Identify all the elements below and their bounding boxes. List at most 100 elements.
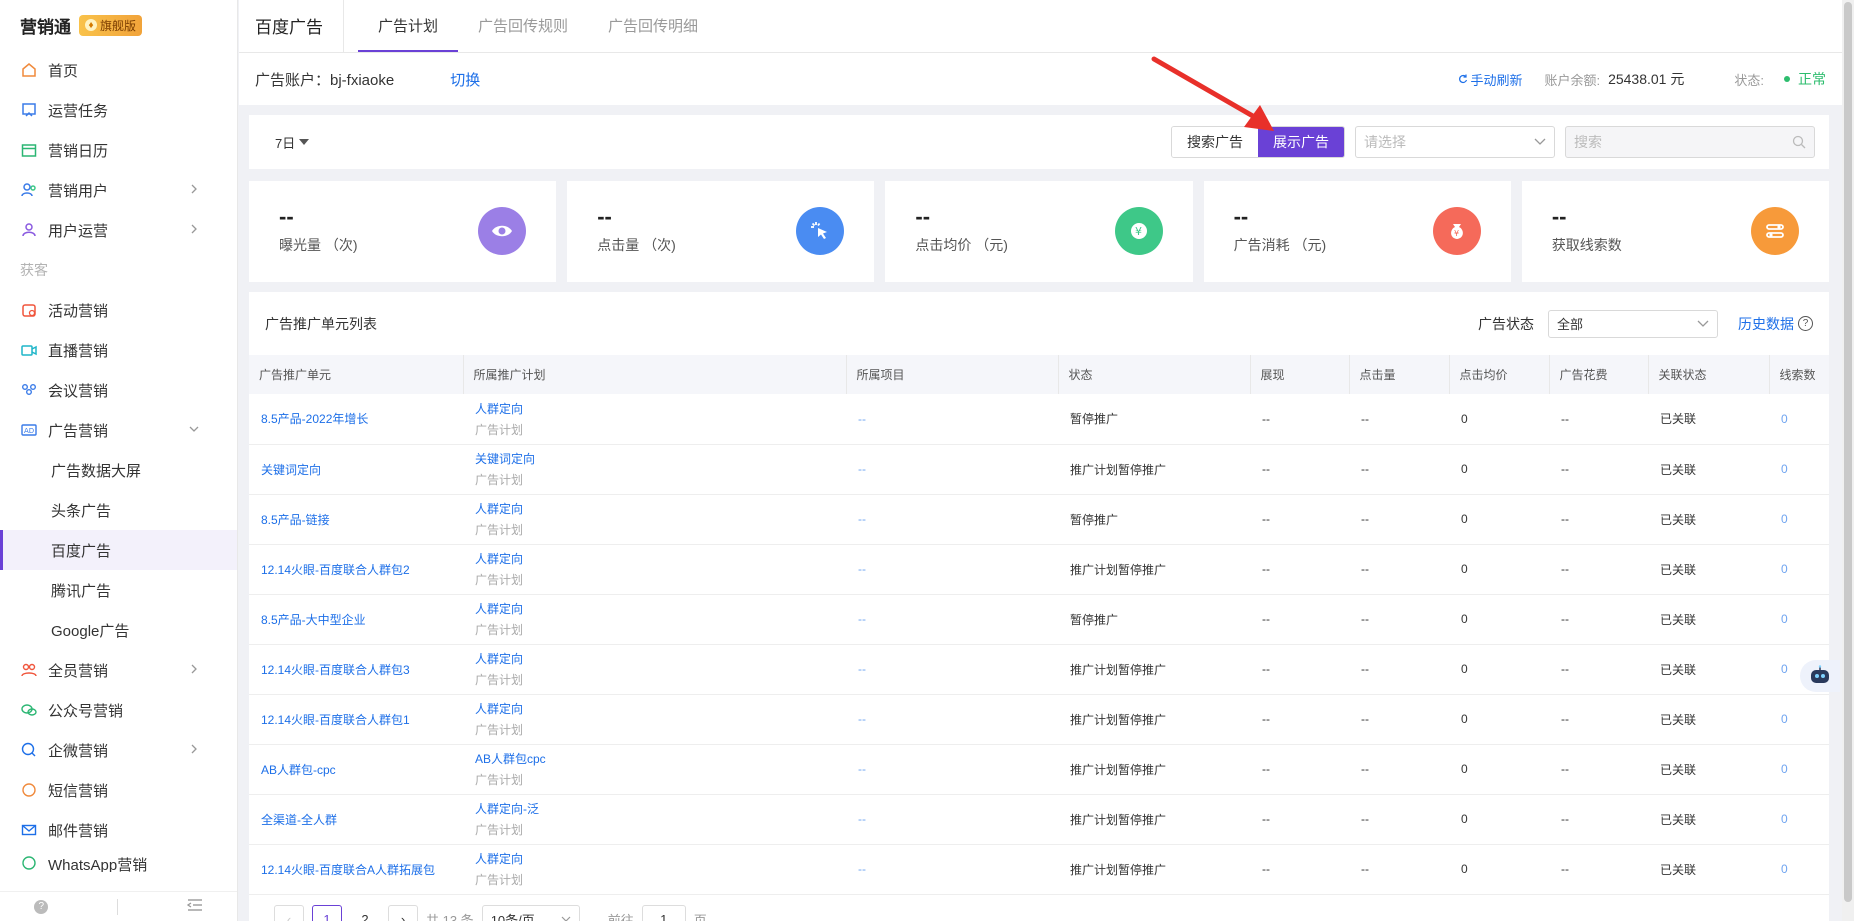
leads-count-link[interactable]: 0 [1769, 694, 1829, 744]
leads-count-link[interactable]: 0 [1769, 844, 1829, 894]
plan-select[interactable]: 请选择 [1355, 126, 1555, 158]
table-row: AB人群包-cpc AB人群包cpc 广告计划 -- 推广计划暂停推广 -- -- 0 -- 已关… [249, 744, 1829, 794]
leads-count-link[interactable]: 0 [1769, 494, 1829, 544]
page-2-button[interactable]: 2 [350, 905, 380, 921]
plan-name-link[interactable]: AB人群包cpc [475, 748, 846, 770]
ad-status-select[interactable]: 全部 [1548, 309, 1718, 338]
project-cell[interactable]: -- [846, 694, 1058, 744]
switch-account-link[interactable]: 切换 [450, 69, 480, 90]
status-value: 正常 [1798, 71, 1826, 87]
sidebar-item-staff[interactable]: 全员营销 [0, 650, 237, 690]
plan-name-link[interactable]: 人群定向 [475, 398, 846, 420]
plan-cell: AB人群包cpc 广告计划 [463, 744, 846, 794]
table-header-row: 广告推广单元 所属推广计划 所属项目 状态 展现 点击量 点击均价 广告花费 关… [249, 355, 1829, 394]
cost-cell: -- [1561, 762, 1569, 776]
prev-page-button[interactable]: ‹ [274, 905, 304, 921]
plan-name-link[interactable]: 人群定向 [475, 648, 846, 670]
ad-unit-name-link[interactable]: 12.14火眼-百度联合人群包2 [249, 544, 463, 594]
sidebar-item-sms[interactable]: 短信营销 [0, 770, 237, 810]
project-cell[interactable]: -- [846, 594, 1058, 644]
ad-unit-name-link[interactable]: 12.14火眼-百度联合A人群拓展包 [249, 844, 463, 894]
assistant-robot-button[interactable] [1800, 660, 1840, 692]
collapse-menu-icon[interactable] [186, 898, 203, 915]
ad-unit-name-link[interactable]: 8.5产品-大中型企业 [249, 594, 463, 644]
help-icon[interactable]: ? [34, 899, 49, 914]
tab-callback-rules[interactable]: 广告回传规则 [458, 0, 588, 52]
question-icon[interactable]: ? [1798, 316, 1813, 331]
sidebar-item-label: 活动营销 [48, 302, 109, 320]
page-scrollbar[interactable] [1842, 0, 1854, 921]
sidebar-subitem-google[interactable]: Google广告 [0, 610, 237, 650]
status-label: 状态: [1734, 72, 1764, 88]
status-cell: 暂停推广 [1070, 512, 1119, 527]
sidebar-item-mail[interactable]: 邮件营销 [0, 810, 237, 850]
leads-count-link[interactable]: 0 [1769, 544, 1829, 594]
project-cell[interactable]: -- [846, 794, 1058, 844]
project-cell[interactable]: -- [846, 744, 1058, 794]
plan-name-link[interactable]: 人群定向 [475, 498, 846, 520]
col-header-cost: 广告花费 [1549, 355, 1649, 394]
ad-unit-name-link[interactable]: 12.14火眼-百度联合人群包1 [249, 694, 463, 744]
cpc-cell: 0 [1461, 762, 1468, 776]
plan-name-link[interactable]: 人群定向-泛 [475, 798, 846, 820]
plan-type-label: 广告计划 [475, 623, 524, 637]
tab-callback-details[interactable]: 广告回传明细 [588, 0, 718, 52]
ad-account-label: 广告账户：bj-fxiaoke [255, 71, 395, 89]
sidebar-item-meeting[interactable]: 会议营销 [0, 370, 237, 410]
page-1-button[interactable]: 1 [312, 905, 342, 921]
leads-count-link[interactable]: 0 [1769, 394, 1829, 444]
ad-unit-name-link[interactable]: 8.5产品-链接 [249, 494, 463, 544]
sidebar-item-live[interactable]: 直播营销 [0, 330, 237, 370]
sidebar-item-wework[interactable]: 企微营销 [0, 730, 237, 770]
plan-name-link[interactable]: 人群定向 [475, 598, 846, 620]
ad-unit-name-link[interactable]: 全渠道-全人群 [249, 794, 463, 844]
project-cell[interactable]: -- [846, 394, 1058, 444]
sidebar-item-calendar[interactable]: 营销日历 [0, 130, 237, 170]
plan-name-link[interactable]: 关键词定向 [475, 448, 846, 470]
ad-unit-name-link[interactable]: 关键词定向 [249, 444, 463, 494]
date-range-dropdown[interactable]: 7日 [275, 133, 310, 152]
project-cell[interactable]: -- [846, 644, 1058, 694]
ad-unit-name-link[interactable]: 8.5产品-2022年增长 [249, 394, 463, 444]
leads-count-link[interactable]: 0 [1769, 794, 1829, 844]
page-size-select[interactable]: 10条/页 [481, 905, 580, 921]
plan-cell: 关键词定向 广告计划 [463, 444, 846, 494]
leads-count-link[interactable]: 0 [1769, 594, 1829, 644]
ad-unit-name-link[interactable]: AB人群包-cpc [249, 744, 463, 794]
sidebar-subitem-toutiao[interactable]: 头条广告 [0, 490, 237, 530]
ad-unit-table: 广告推广单元 所属推广计划 所属项目 状态 展现 点击量 点击均价 广告花费 关… [249, 355, 1829, 895]
search-input[interactable]: 搜索 [1565, 126, 1815, 158]
project-cell[interactable]: -- [846, 444, 1058, 494]
whatsapp-icon [20, 854, 38, 872]
sidebar-item-ad-marketing[interactable]: AD 广告营销 [0, 410, 237, 450]
sidebar-item-user-ops[interactable]: 用户运营 [0, 210, 237, 250]
sidebar-item-activity[interactable]: 活动营销 [0, 290, 237, 330]
leads-count-link[interactable]: 0 [1769, 744, 1829, 794]
sidebar-subitem-ad-dashboard[interactable]: 广告数据大屏 [0, 450, 237, 490]
sidebar-item-home[interactable]: 首页 [0, 50, 237, 90]
plan-name-link[interactable]: 人群定向 [475, 698, 846, 720]
sidebar-item-wechat[interactable]: 公众号营销 [0, 690, 237, 730]
plan-name-link[interactable]: 人群定向 [475, 848, 846, 870]
leads-count-link[interactable]: 0 [1769, 444, 1829, 494]
next-page-button[interactable]: › [388, 905, 418, 921]
tab-ad-plans[interactable]: 广告计划 [358, 0, 459, 52]
history-data-link[interactable]: 历史数据 ? [1738, 314, 1813, 334]
ad-unit-name-link[interactable]: 12.14火眼-百度联合人群包3 [249, 644, 463, 694]
project-cell[interactable]: -- [846, 844, 1058, 894]
scrollbar-thumb[interactable] [1844, 2, 1852, 902]
sidebar-subitem-baidu[interactable]: 百度广告 [0, 530, 237, 570]
impressions-cell: -- [1262, 812, 1270, 826]
sidebar-subitem-tencent[interactable]: 腾讯广告 [0, 570, 237, 610]
plan-name-link[interactable]: 人群定向 [475, 548, 846, 570]
sidebar-item-whatsapp[interactable]: WhatsApp营销 [0, 850, 237, 872]
clicks-cell: -- [1361, 662, 1369, 676]
goto-page-input[interactable]: 1 [641, 905, 686, 921]
plan-type-label: 广告计划 [475, 823, 524, 837]
sidebar-item-marketing-users[interactable]: 营销用户 [0, 170, 237, 210]
price-icon: ¥ [1114, 207, 1163, 255]
manual-refresh-button[interactable]: 手动刷新 [1458, 70, 1522, 89]
project-cell[interactable]: -- [846, 494, 1058, 544]
project-cell[interactable]: -- [846, 544, 1058, 594]
sidebar-item-tasks[interactable]: 运营任务 [0, 90, 237, 130]
